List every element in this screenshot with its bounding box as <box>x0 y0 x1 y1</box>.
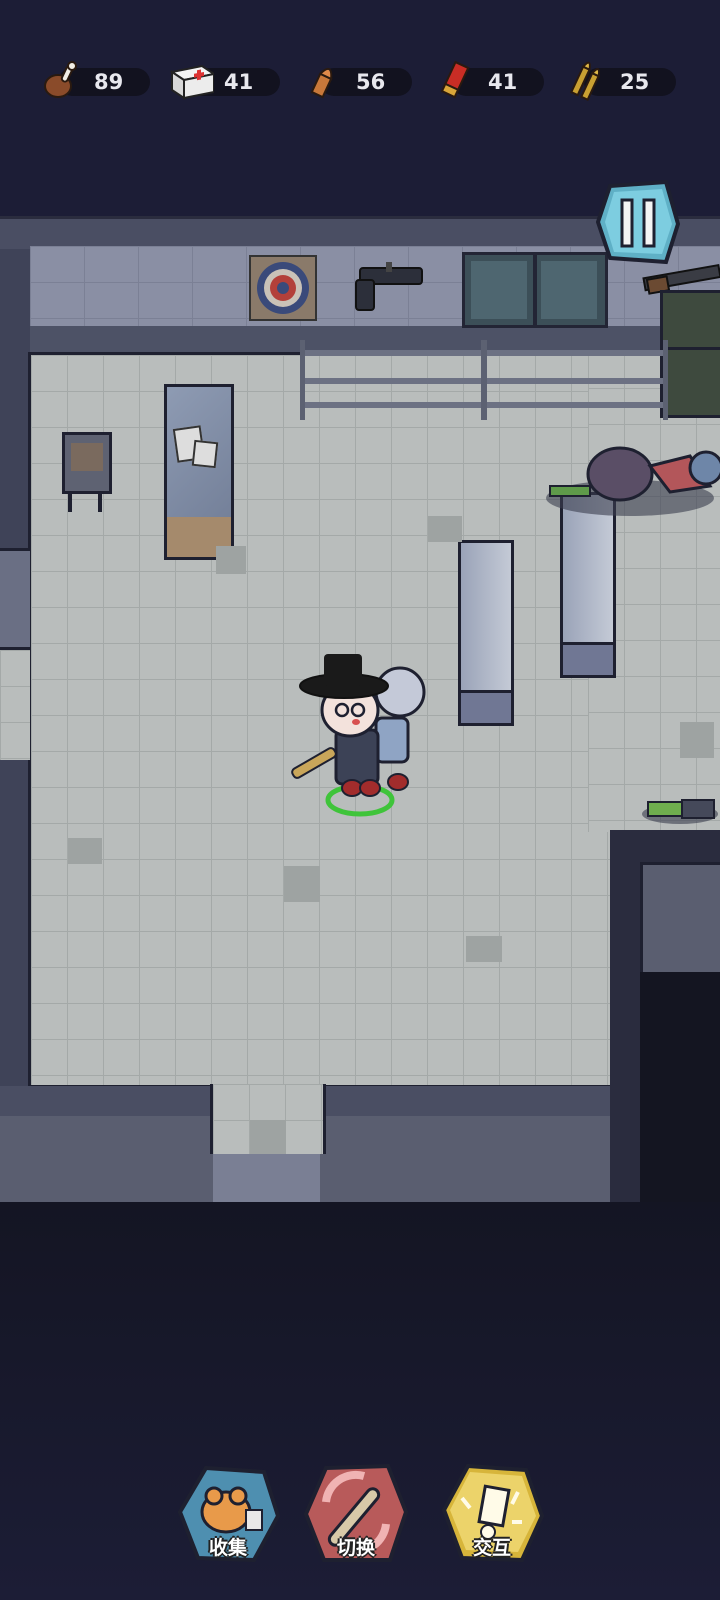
back-window <box>462 252 608 328</box>
weapon-rack-1 <box>300 340 486 420</box>
pillar-1 <box>458 540 514 726</box>
shotgun-shell-icon <box>440 60 470 99</box>
food-count: 89 <box>94 70 124 94</box>
switch-label: 切换 <box>336 1537 375 1559</box>
collect-label: 收集 <box>208 1537 247 1559</box>
small-cabinet[interactable] <box>62 432 112 494</box>
east-wall-face <box>640 862 720 975</box>
resource-food: 89 <box>40 61 152 100</box>
meat-icon <box>44 61 77 98</box>
rifle-ammo-count: 25 <box>620 70 650 94</box>
medkit-count: 41 <box>224 70 254 94</box>
rifle-ammo-icon <box>570 61 600 102</box>
south-doorway-step <box>213 1154 320 1202</box>
floor-mark <box>466 936 502 962</box>
east-dark-area <box>640 972 720 1202</box>
floor-mark <box>428 516 462 542</box>
locker-cabinet <box>660 290 720 418</box>
west-corridor <box>0 650 30 760</box>
collect-button[interactable]: 收集 <box>176 1462 281 1566</box>
target-poster <box>249 255 317 321</box>
west-doorway <box>0 548 30 650</box>
pause-button[interactable] <box>596 180 680 266</box>
resource-shotgun-ammo: 41 <box>434 60 546 100</box>
glass-display-case[interactable] <box>164 384 234 560</box>
zombie-corpse-1 <box>546 446 720 516</box>
pistol-ammo-count: 56 <box>356 70 386 94</box>
floor-mark <box>680 722 714 758</box>
floor-mark <box>250 1120 286 1154</box>
interact-button[interactable]: 交互 <box>440 1462 545 1566</box>
player-character[interactable] <box>290 650 430 820</box>
resource-rifle-ammo: 25 <box>566 61 678 102</box>
weapon-rack-2 <box>482 340 668 420</box>
floor-mark <box>68 838 102 864</box>
resource-medkit: 41 <box>170 62 282 100</box>
pistol-bullet-icon <box>310 67 333 99</box>
shotgun-ammo-count: 41 <box>488 70 518 94</box>
resource-pistol-ammo: 56 <box>302 62 414 100</box>
floor-mark <box>216 546 246 574</box>
medkit-icon <box>170 64 214 100</box>
switch-weapon-button[interactable]: 切换 <box>303 1462 409 1566</box>
pistol-display <box>355 262 423 311</box>
interact-label: 交互 <box>472 1537 511 1559</box>
floor-mark <box>284 866 320 902</box>
zombie-corpse-2 <box>642 799 718 824</box>
